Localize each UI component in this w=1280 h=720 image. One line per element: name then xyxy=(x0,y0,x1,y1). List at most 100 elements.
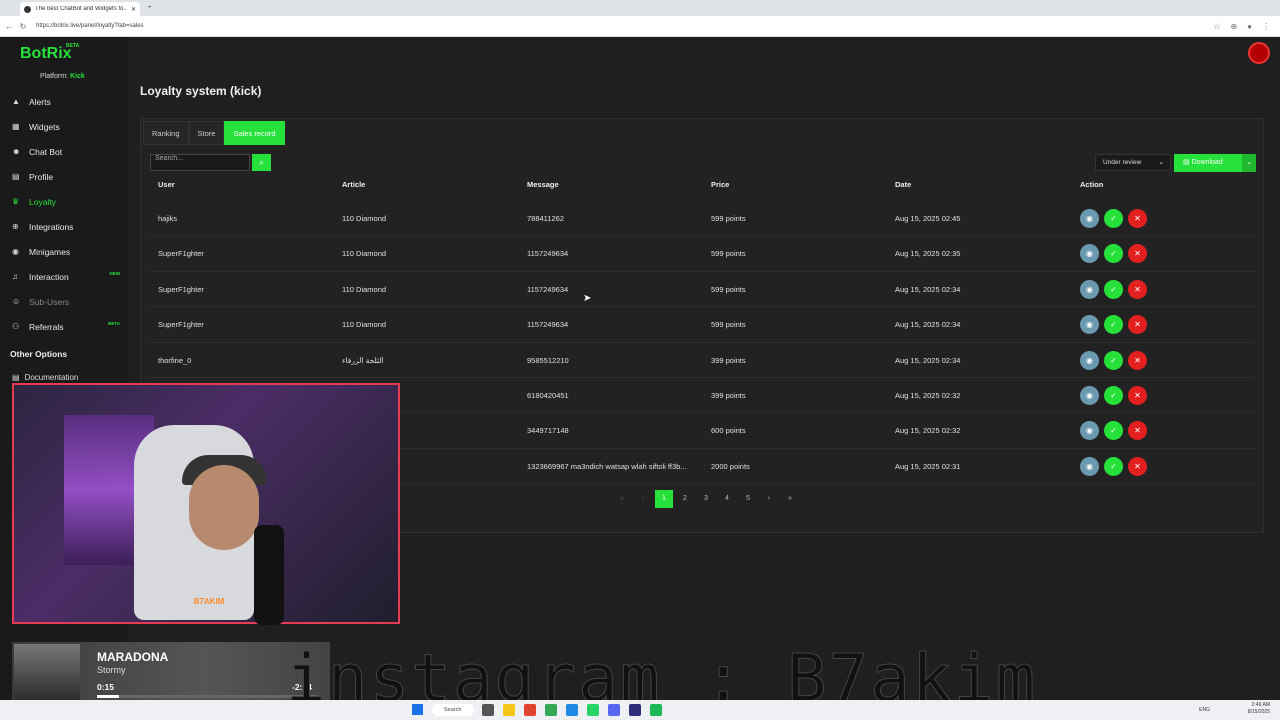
tab-ranking[interactable]: Ranking xyxy=(143,121,189,145)
search-input[interactable]: Search... xyxy=(150,154,250,171)
download-button[interactable]: ▤ Download xyxy=(1174,154,1242,172)
view-button[interactable]: ◉ xyxy=(1080,279,1099,299)
last-page-button[interactable]: » xyxy=(781,490,799,508)
sidebar-item-widgets[interactable]: ▦ Widgets xyxy=(0,114,128,139)
windows-start-icon[interactable] xyxy=(412,704,423,715)
approve-button[interactable]: ✓ xyxy=(1104,244,1123,264)
check-icon: ✓ xyxy=(1110,390,1117,400)
tab-store[interactable]: Store xyxy=(188,121,225,145)
cell-date: Aug 15, 2025 02:45 xyxy=(895,214,961,223)
chrome-icon[interactable] xyxy=(545,704,557,716)
favicon-icon xyxy=(24,5,31,13)
premiere-icon[interactable] xyxy=(629,704,641,716)
table-row: SuperF1ghter 110 Diamond 1157249634 599 poi… xyxy=(149,236,1255,272)
reject-button[interactable]: ✕ xyxy=(1128,244,1147,264)
new-tab-icon[interactable]: + xyxy=(148,5,152,11)
brand-logo[interactable]: BotRix xyxy=(20,45,72,63)
song-title: MARADONA xyxy=(97,650,169,664)
nav-badge: NEW xyxy=(109,271,121,276)
check-icon: ✓ xyxy=(1110,320,1117,330)
sidebar-item-alerts[interactable]: ▲ Alerts xyxy=(0,89,128,114)
whatsapp-icon[interactable] xyxy=(587,704,599,716)
col-date: Date xyxy=(895,180,912,189)
status-filter-select[interactable]: Under review ⌄ xyxy=(1095,154,1171,171)
profile-icon[interactable]: ● xyxy=(1247,22,1252,31)
menu-icon[interactable]: ⋮ xyxy=(1262,22,1270,31)
prev-page-button[interactable]: ‹ xyxy=(634,490,652,508)
cell-date: Aug 15, 2025 02:32 xyxy=(895,390,961,400)
page-button[interactable]: 5 xyxy=(739,490,757,508)
approve-button[interactable]: ✓ xyxy=(1104,279,1123,299)
sidebar-item-referrals[interactable]: ⚇ Referrals BETA xyxy=(0,314,128,339)
extensions-icon[interactable]: ⊕ xyxy=(1230,22,1237,31)
cell-price: 599 points xyxy=(711,284,746,294)
cell-user: hajiks xyxy=(158,214,178,223)
view-button[interactable]: ◉ xyxy=(1080,350,1099,370)
approve-button[interactable]: ✓ xyxy=(1104,385,1123,405)
sidebar-item-loyalty[interactable]: ♛ Loyalty xyxy=(0,189,128,214)
approve-button[interactable]: ✓ xyxy=(1104,315,1123,335)
cell-user: SuperF1ghter xyxy=(158,320,204,330)
close-icon: ✕ xyxy=(1134,426,1141,436)
next-page-button[interactable]: › xyxy=(760,490,778,508)
approve-button[interactable]: ✓ xyxy=(1104,456,1123,476)
view-button[interactable]: ◉ xyxy=(1080,421,1099,441)
reject-button[interactable]: ✕ xyxy=(1128,350,1147,370)
webcam-overlay: B7AKIM xyxy=(12,383,400,625)
filter-value: Under review xyxy=(1103,159,1142,166)
taskbar-search[interactable]: Search xyxy=(432,704,474,716)
search-button[interactable]: ⌕ xyxy=(252,154,271,171)
cell-message: 1157249634 xyxy=(527,284,569,294)
language-indicator[interactable]: ENG xyxy=(1199,707,1210,713)
close-icon: ✕ xyxy=(1134,320,1141,330)
reject-button[interactable]: ✕ xyxy=(1128,315,1147,335)
brave-icon[interactable] xyxy=(524,704,536,716)
view-button[interactable]: ◉ xyxy=(1080,385,1099,405)
cell-date: Aug 15, 2025 02:34 xyxy=(895,355,961,365)
spotify-icon[interactable] xyxy=(650,704,662,716)
sidebar-item-label: Alerts xyxy=(29,96,51,107)
approve-button[interactable]: ✓ xyxy=(1104,209,1123,228)
explorer-icon[interactable] xyxy=(503,704,515,716)
reject-button[interactable]: ✕ xyxy=(1128,456,1147,476)
reload-icon[interactable]: ↻ xyxy=(18,22,28,31)
sidebar-item-interaction[interactable]: ♫ Interaction NEW xyxy=(0,264,128,289)
sidebar-item-sub-users[interactable]: ☺ Sub-Users xyxy=(0,289,128,314)
view-button[interactable]: ◉ xyxy=(1080,244,1099,264)
close-tab-icon[interactable]: ✕ xyxy=(131,6,136,13)
url-field[interactable]: https://botrix.live/panel/loyalty?tab=sa… xyxy=(36,23,1213,29)
download-options-button[interactable]: ⌄ xyxy=(1242,154,1256,172)
cell-price: 600 points xyxy=(711,426,746,436)
reject-button[interactable]: ✕ xyxy=(1128,421,1147,441)
approve-button[interactable]: ✓ xyxy=(1104,421,1123,441)
page-button[interactable]: 1 xyxy=(655,490,673,508)
page-button[interactable]: 2 xyxy=(676,490,694,508)
reject-button[interactable]: ✕ xyxy=(1128,279,1147,299)
reject-button[interactable]: ✕ xyxy=(1128,385,1147,405)
avatar[interactable] xyxy=(1248,42,1270,64)
tab-sales-record[interactable]: Sales record xyxy=(224,121,285,145)
bookmark-icon[interactable]: ☆ xyxy=(1213,22,1220,31)
sidebar-item-integrations[interactable]: ⊕ Integrations xyxy=(0,214,128,239)
check-icon: ✓ xyxy=(1110,355,1117,365)
discord-icon[interactable] xyxy=(608,704,620,716)
view-button[interactable]: ◉ xyxy=(1080,209,1099,228)
cell-article: 110 Diamond xyxy=(342,284,387,294)
reject-button[interactable]: ✕ xyxy=(1128,209,1147,228)
cell-message: 1157249634 xyxy=(527,320,569,330)
sidebar-item-documentation[interactable]: ▤ Documentation xyxy=(12,373,78,382)
view-button[interactable]: ◉ xyxy=(1080,456,1099,476)
back-icon[interactable]: ← xyxy=(4,22,14,31)
clock[interactable]: 2:46 AM 8/15/2025 xyxy=(1248,702,1270,716)
approve-button[interactable]: ✓ xyxy=(1104,350,1123,370)
page-button[interactable]: 3 xyxy=(697,490,715,508)
page-button[interactable]: 4 xyxy=(718,490,736,508)
view-button[interactable]: ◉ xyxy=(1080,315,1099,335)
sidebar-item-chat-bot[interactable]: ☻ Chat Bot xyxy=(0,139,128,164)
sidebar-item-minigames[interactable]: ◉ Minigames xyxy=(0,239,128,264)
first-page-button[interactable]: « xyxy=(613,490,631,508)
browser-tab[interactable]: The best ChatBot and Widgets fo... ✕ xyxy=(20,2,140,16)
taskview-icon[interactable] xyxy=(482,704,494,716)
sidebar-item-profile[interactable]: ▤ Profile xyxy=(0,164,128,189)
app-icon[interactable] xyxy=(566,704,578,716)
